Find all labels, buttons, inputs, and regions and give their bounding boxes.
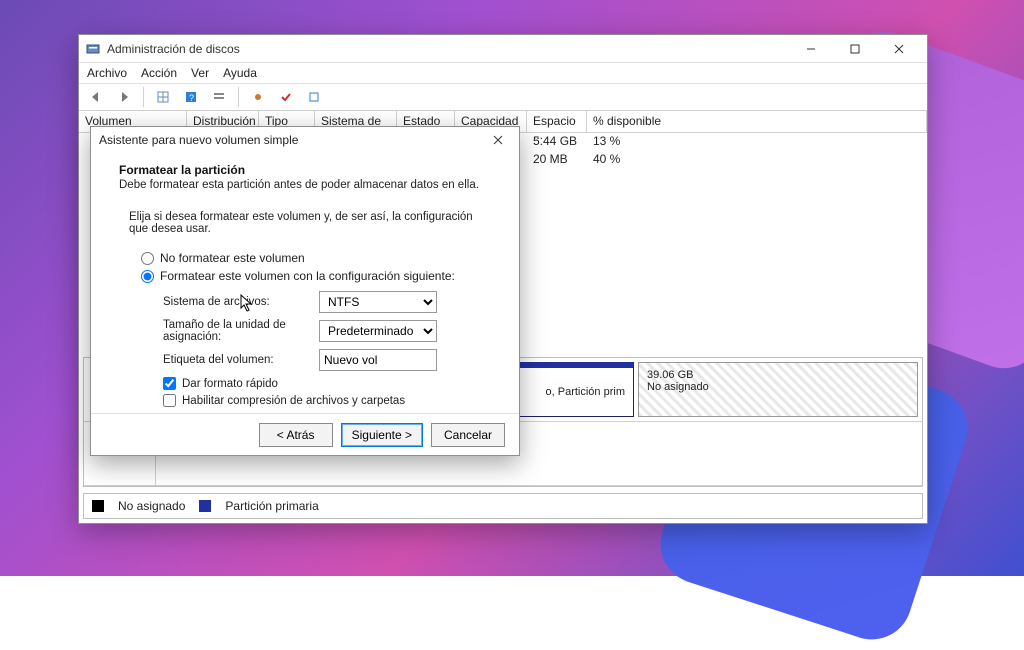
next-button[interactable]: Siguiente >	[341, 423, 423, 447]
list-icon[interactable]	[208, 86, 230, 108]
wizard-heading: Formatear la partición	[119, 163, 491, 177]
radio-no-format-label: No formatear este volumen	[160, 251, 305, 265]
filesystem-select[interactable]: NTFS	[319, 291, 437, 313]
window-title: Administración de discos	[107, 42, 240, 56]
partition-unallocated[interactable]: 39.06 GB No asignado	[638, 362, 918, 417]
allocation-label: Tamaño de la unidad de asignación:	[163, 319, 319, 343]
menu-ver[interactable]: Ver	[191, 66, 209, 80]
radio-format[interactable]	[141, 270, 154, 283]
menu-ayuda[interactable]: Ayuda	[223, 66, 257, 80]
back-button[interactable]: < Atrás	[259, 423, 333, 447]
app-icon	[85, 41, 101, 57]
toolbar: ?	[79, 83, 927, 111]
compression-label: Habilitar compresión de archivos y carpe…	[182, 395, 405, 407]
new-volume-wizard-dialog: Asistente para nuevo volumen simple Form…	[90, 126, 520, 456]
header-espacio[interactable]: Espacio ...	[527, 111, 587, 132]
menu-bar: Archivo Acción Ver Ayuda	[79, 63, 927, 83]
grid-icon[interactable]	[152, 86, 174, 108]
legend-swatch-unallocated	[92, 500, 104, 512]
radio-no-format[interactable]	[141, 252, 154, 265]
cancel-button[interactable]: Cancelar	[431, 423, 505, 447]
wizard-header: Formatear la partición Debe formatear es…	[91, 153, 519, 199]
volume-label-label: Etiqueta del volumen:	[163, 354, 319, 366]
wizard-title: Asistente para nuevo volumen simple	[99, 133, 298, 147]
compression-checkbox[interactable]	[163, 394, 176, 407]
quick-format-label: Dar formato rápido	[182, 378, 278, 390]
filesystem-label: Sistema de archivos:	[163, 296, 319, 308]
quick-format-checkbox[interactable]	[163, 377, 176, 390]
minimize-button[interactable]	[789, 35, 833, 63]
titlebar[interactable]: Administración de discos	[79, 35, 927, 63]
help-icon[interactable]: ?	[180, 86, 202, 108]
volume-label-input[interactable]	[319, 349, 437, 371]
wizard-titlebar[interactable]: Asistente para nuevo volumen simple	[91, 127, 519, 153]
wizard-intro: Elija si desea formatear este volumen y,…	[129, 211, 487, 235]
close-button[interactable]	[877, 35, 921, 63]
wizard-footer: < Atrás Siguiente > Cancelar	[91, 413, 519, 455]
svg-text:?: ?	[189, 93, 194, 103]
menu-accion[interactable]: Acción	[141, 66, 177, 80]
check-icon[interactable]	[275, 86, 297, 108]
wizard-close-button[interactable]	[485, 127, 511, 153]
radio-format-label: Formatear este volumen con la configurac…	[160, 269, 455, 283]
legend-primary: Partición primaria	[225, 499, 318, 513]
refresh-icon[interactable]	[303, 86, 325, 108]
maximize-button[interactable]	[833, 35, 877, 63]
forward-icon[interactable]	[113, 86, 135, 108]
back-icon[interactable]	[85, 86, 107, 108]
menu-archivo[interactable]: Archivo	[87, 66, 127, 80]
header-disponible[interactable]: % disponible	[587, 111, 927, 132]
wizard-subheading: Debe formatear esta partición antes de p…	[119, 179, 491, 191]
legend-swatch-primary	[199, 500, 211, 512]
allocation-select[interactable]: Predeterminado	[319, 320, 437, 342]
legend-unallocated: No asignado	[118, 499, 185, 513]
settings-icon[interactable]	[247, 86, 269, 108]
legend: No asignado Partición primaria	[83, 493, 923, 519]
